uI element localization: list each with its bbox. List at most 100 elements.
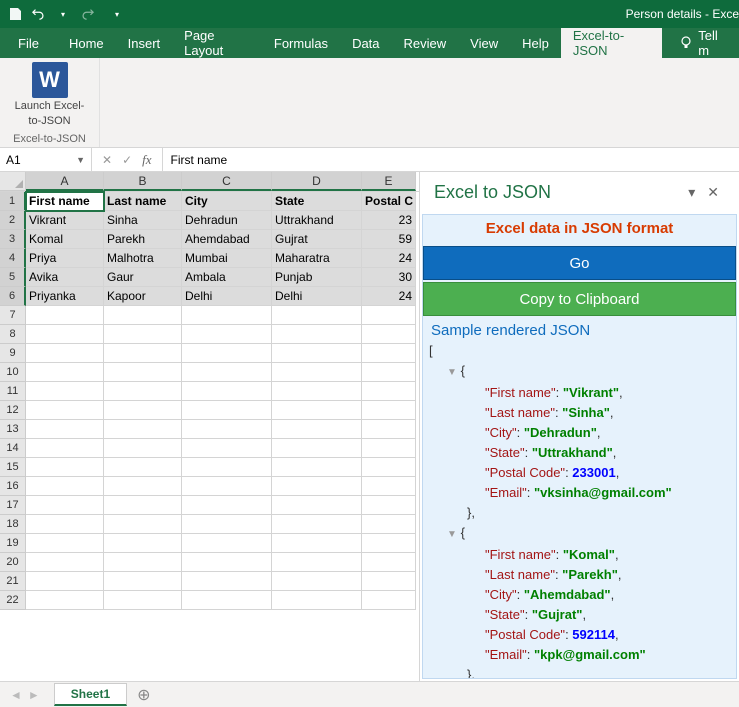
sheet-prev-icon[interactable]: ◄ (10, 688, 22, 702)
cell[interactable]: Dehradun (182, 211, 272, 230)
cell[interactable] (182, 382, 272, 401)
qat-customize-icon[interactable]: ▾ (110, 7, 124, 21)
column-header[interactable]: D (272, 172, 362, 191)
row-header[interactable]: 4 (0, 249, 26, 268)
cell[interactable] (362, 420, 416, 439)
cell[interactable] (272, 496, 362, 515)
cell[interactable] (272, 458, 362, 477)
cell[interactable] (362, 477, 416, 496)
name-box[interactable]: A1 ▼ (0, 148, 92, 171)
spreadsheet-grid[interactable]: ABCDE 1First nameLast nameCityStatePosta… (0, 172, 419, 681)
sheet-next-icon[interactable]: ► (28, 688, 40, 702)
cell[interactable] (362, 382, 416, 401)
launch-button-label-2[interactable]: to-JSON (28, 115, 70, 128)
cell[interactable] (182, 325, 272, 344)
row-header[interactable]: 6 (0, 287, 26, 306)
cell[interactable] (272, 382, 362, 401)
taskpane-close-icon[interactable]: ✕ (701, 184, 725, 201)
cell[interactable] (104, 496, 182, 515)
cell[interactable] (182, 401, 272, 420)
cell[interactable] (362, 363, 416, 382)
cell[interactable] (362, 515, 416, 534)
cell[interactable] (272, 515, 362, 534)
column-header[interactable]: A (26, 172, 104, 191)
column-header[interactable]: C (182, 172, 272, 191)
cell[interactable] (104, 439, 182, 458)
row-header[interactable]: 16 (0, 477, 26, 496)
cell[interactable] (362, 591, 416, 610)
cell[interactable] (272, 534, 362, 553)
row-header[interactable]: 15 (0, 458, 26, 477)
tab-excel-to-json[interactable]: Excel-to-JSON (561, 28, 662, 58)
cell[interactable]: Komal (26, 230, 104, 249)
cell[interactable]: Gujrat (272, 230, 362, 249)
cell[interactable] (272, 363, 362, 382)
row-header[interactable]: 1 (0, 192, 26, 211)
row-header[interactable]: 20 (0, 553, 26, 572)
cell[interactable]: Sinha (104, 211, 182, 230)
sheet-tab-active[interactable]: Sheet1 (54, 683, 127, 706)
redo-icon[interactable] (80, 7, 94, 21)
cell[interactable] (104, 325, 182, 344)
cell[interactable] (26, 477, 104, 496)
cell[interactable] (104, 515, 182, 534)
cell[interactable]: Maharatra (272, 249, 362, 268)
row-header[interactable]: 12 (0, 401, 26, 420)
cell[interactable] (182, 572, 272, 591)
tab-insert[interactable]: Insert (116, 28, 173, 58)
tab-review[interactable]: Review (392, 28, 459, 58)
cell[interactable]: 23 (362, 211, 416, 230)
tab-home[interactable]: Home (57, 28, 116, 58)
cell[interactable]: Priyanka (26, 287, 104, 306)
cell[interactable]: Mumbai (182, 249, 272, 268)
row-header[interactable]: 22 (0, 591, 26, 610)
tab-data[interactable]: Data (340, 28, 391, 58)
cell[interactable] (104, 458, 182, 477)
cell[interactable]: Postal C (362, 192, 416, 211)
tab-help[interactable]: Help (510, 28, 561, 58)
cell[interactable]: 30 (362, 268, 416, 287)
undo-dropdown-icon[interactable]: ▾ (56, 7, 70, 21)
cell[interactable]: Uttrakhand (272, 211, 362, 230)
cell[interactable]: First name (26, 192, 104, 211)
cell[interactable] (362, 439, 416, 458)
cell[interactable] (26, 439, 104, 458)
cell[interactable] (272, 591, 362, 610)
cell[interactable]: Vikrant (26, 211, 104, 230)
cell[interactable] (26, 458, 104, 477)
row-header[interactable]: 11 (0, 382, 26, 401)
copy-to-clipboard-button[interactable]: Copy to Clipboard (423, 282, 736, 316)
cell[interactable] (182, 458, 272, 477)
fx-icon[interactable]: fx (142, 152, 151, 168)
cell[interactable] (26, 401, 104, 420)
cell[interactable] (182, 306, 272, 325)
column-header[interactable]: B (104, 172, 182, 191)
cell[interactable] (272, 344, 362, 363)
row-header[interactable]: 8 (0, 325, 26, 344)
cell[interactable] (182, 591, 272, 610)
cell[interactable] (362, 306, 416, 325)
row-header[interactable]: 18 (0, 515, 26, 534)
row-header[interactable]: 21 (0, 572, 26, 591)
cell[interactable]: State (272, 192, 362, 211)
cell[interactable]: Ahemdabad (182, 230, 272, 249)
cell[interactable] (104, 420, 182, 439)
cell[interactable] (104, 306, 182, 325)
cell[interactable] (272, 401, 362, 420)
cell[interactable] (26, 363, 104, 382)
cell[interactable] (104, 382, 182, 401)
cell[interactable] (362, 572, 416, 591)
cell[interactable] (26, 572, 104, 591)
cell[interactable] (182, 553, 272, 572)
cell[interactable] (182, 496, 272, 515)
cell[interactable] (272, 439, 362, 458)
word-icon[interactable]: W (32, 62, 68, 98)
cell[interactable] (272, 420, 362, 439)
name-box-dropdown-icon[interactable]: ▼ (76, 155, 85, 165)
cell[interactable]: Avika (26, 268, 104, 287)
cell[interactable]: Ambala (182, 268, 272, 287)
cell[interactable] (362, 344, 416, 363)
cell[interactable] (104, 553, 182, 572)
cell[interactable] (362, 496, 416, 515)
save-icon[interactable] (8, 7, 22, 21)
